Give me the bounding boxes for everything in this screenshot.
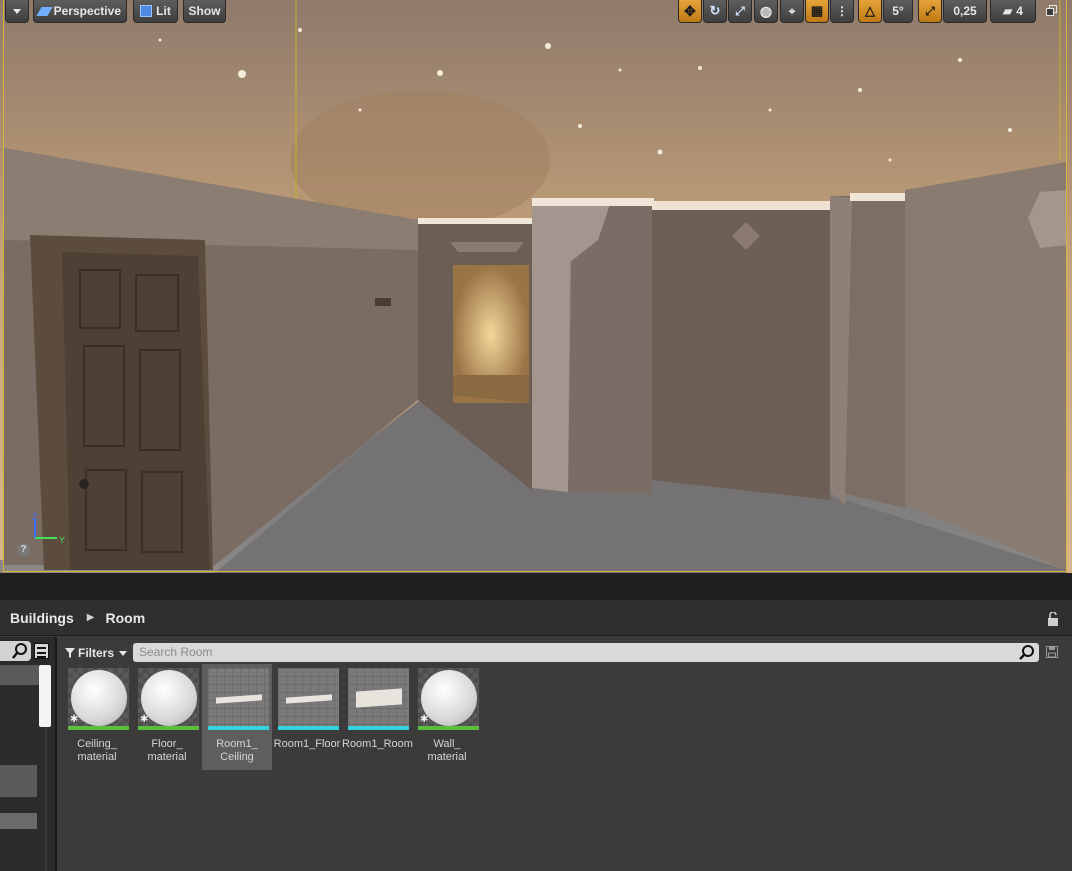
filter-icon: [65, 648, 75, 658]
rotate-icon: ↻: [709, 3, 721, 18]
globe-icon: ◍: [759, 2, 773, 19]
grid-snap-button[interactable]: ▦: [805, 0, 829, 23]
material-badge-icon: ✱: [140, 714, 149, 725]
view-mode-label: Lit: [156, 4, 171, 18]
chevron-down-icon: [13, 8, 21, 14]
camera-speed-button[interactable]: ▰ 4: [990, 0, 1036, 23]
asset-view: Filters ✱ Ceiling_ material ✱ Floor_ materi…: [59, 637, 1072, 871]
move-icon: ✥: [684, 2, 696, 19]
show-label: Show: [188, 4, 221, 18]
perspective-label: Perspective: [53, 4, 121, 18]
breadcrumb-item-room[interactable]: Room: [105, 610, 145, 626]
breadcrumb-arrow-icon[interactable]: ▶: [87, 612, 95, 623]
material-thumbnail: ✱: [138, 668, 199, 730]
rotation-snap-label: 5°: [892, 4, 904, 18]
filters-button[interactable]: Filters: [65, 643, 128, 663]
asset-tile[interactable]: Room1_Room: [342, 664, 413, 770]
asset-type-bar: [138, 726, 199, 730]
material-sphere-icon: [71, 670, 127, 726]
search-icon[interactable]: [1018, 644, 1035, 661]
asset-type-bar: [348, 726, 409, 730]
rotate-mode-button[interactable]: ↻: [703, 0, 727, 23]
sources-folder-row[interactable]: [0, 665, 39, 685]
axis-y-label: Y: [59, 535, 65, 545]
asset-label: Ceiling_ material: [77, 738, 117, 763]
translate-mode-button[interactable]: ✥: [678, 0, 702, 23]
axis-z-label: Z: [32, 512, 38, 522]
asset-label: Room1_ Ceiling: [216, 738, 258, 763]
show-button[interactable]: Show: [183, 0, 226, 23]
scale-snap-label: 0,25: [953, 4, 977, 18]
viewport-options-button[interactable]: [5, 0, 29, 23]
lit-cube-icon: [140, 5, 153, 17]
chevron-down-icon: [119, 650, 128, 656]
surface-snap-button[interactable]: ⌖: [780, 0, 804, 23]
maximize-viewport-icon[interactable]: [1046, 5, 1058, 17]
breadcrumb-item-buildings[interactable]: Buildings: [10, 610, 74, 626]
perspective-button[interactable]: Perspective: [33, 0, 127, 23]
camera-speed-label: 4: [1016, 4, 1023, 18]
asset-tile[interactable]: ✱ Floor_ material: [132, 664, 202, 770]
material-badge-icon: ✱: [70, 714, 79, 725]
grid-icon: ▦: [810, 3, 824, 18]
panel-divider: [0, 573, 1072, 600]
asset-label: Wall_ material: [427, 738, 467, 763]
asset-tile[interactable]: ✱ Wall_ material: [412, 664, 482, 770]
breadcrumb: Buildings ▶ Room: [0, 600, 1072, 636]
sources-list-icon[interactable]: [34, 643, 49, 659]
scale-mode-button[interactable]: ⤢: [728, 0, 752, 23]
help-icon[interactable]: ?: [17, 543, 30, 556]
grid-size-button[interactable]: ⋮: [830, 0, 854, 23]
level-viewport[interactable]: Perspective Lit Show ✥ ↻ ⤢ ◍ ⌖ ▦ ⋮ △ 5° …: [0, 0, 1072, 573]
asset-label: Room1_Floor: [273, 738, 341, 750]
asset-label: Room1_Room: [342, 738, 413, 750]
filters-label: Filters: [78, 646, 115, 660]
camera-icon: ▰: [1003, 4, 1013, 18]
search-icon: [12, 643, 27, 659]
material-sphere-icon: [141, 670, 197, 726]
surface-snap-icon: ⌖: [788, 3, 796, 18]
scale-icon: ⤢: [735, 3, 745, 18]
asset-tile[interactable]: Room1_ Ceiling: [202, 664, 272, 770]
lock-icon[interactable]: [1047, 612, 1060, 626]
asset-type-bar: [208, 726, 269, 730]
scale-snap-value[interactable]: 0,25: [943, 0, 987, 23]
static-mesh-thumbnail: [348, 668, 409, 730]
perspective-icon: [36, 6, 53, 16]
static-mesh-thumbnail: [208, 668, 269, 730]
material-sphere-icon: [421, 670, 477, 726]
material-badge-icon: ✱: [420, 714, 429, 725]
angle-icon: △: [865, 3, 875, 18]
view-mode-button[interactable]: Lit: [133, 0, 178, 23]
axis-gizmo-icon: Z Y: [32, 512, 65, 545]
asset-type-bar: [418, 726, 479, 730]
material-thumbnail: ✱: [68, 668, 129, 730]
sources-panel: [0, 637, 57, 871]
asset-type-bar: [278, 726, 339, 730]
asset-type-bar: [68, 726, 129, 730]
rotation-snap-button[interactable]: △: [858, 0, 882, 23]
scale-snap-icon: ⤢: [925, 3, 935, 18]
mesh-shape-icon: [356, 688, 402, 708]
sources-folder-row[interactable]: [0, 813, 37, 829]
asset-label: Floor_ material: [147, 738, 187, 763]
sources-folder-row-selected[interactable]: [0, 765, 37, 797]
grid-size-icon: ⋮: [836, 4, 848, 18]
asset-search-input[interactable]: [139, 645, 999, 659]
save-search-icon[interactable]: [1046, 646, 1058, 658]
asset-tile[interactable]: Room1_Floor: [272, 664, 342, 770]
scale-snap-button[interactable]: ⤢: [918, 0, 942, 23]
world-space-button[interactable]: ◍: [754, 0, 778, 23]
asset-tile[interactable]: ✱ Ceiling_ material: [62, 664, 132, 770]
sources-scrollbar[interactable]: [39, 665, 51, 727]
asset-search-box[interactable]: [133, 643, 1039, 662]
rotation-snap-value[interactable]: 5°: [883, 0, 913, 23]
sources-search-button[interactable]: [0, 641, 31, 661]
scene-render: [0, 0, 1072, 573]
static-mesh-thumbnail: [278, 668, 339, 730]
material-thumbnail: ✱: [418, 668, 479, 730]
